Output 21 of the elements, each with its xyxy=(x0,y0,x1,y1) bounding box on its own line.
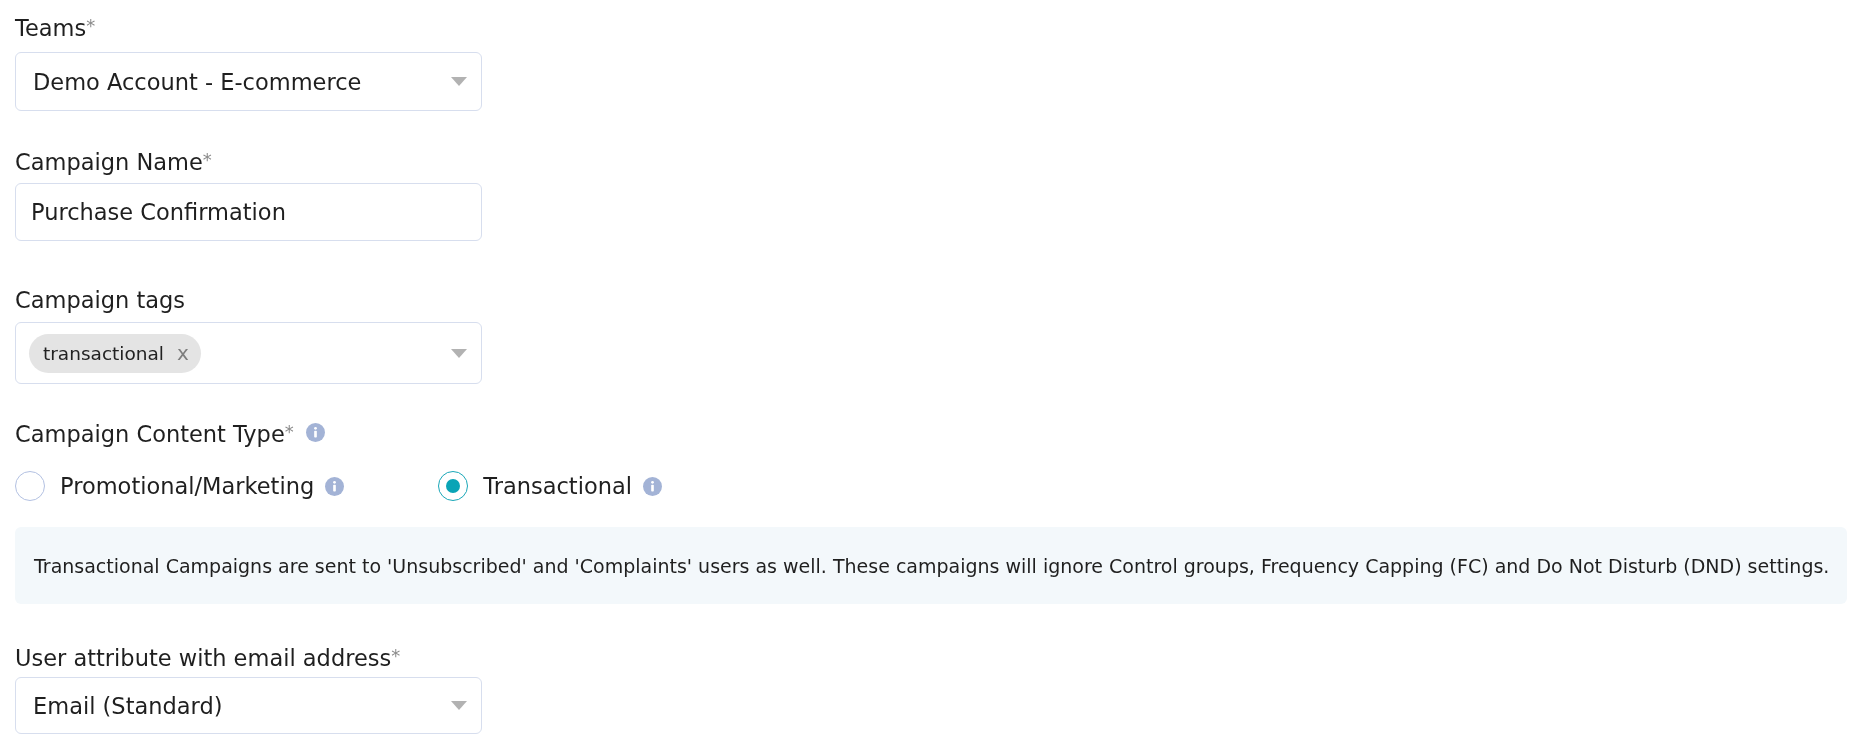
info-icon[interactable] xyxy=(643,476,662,496)
radio-button[interactable] xyxy=(438,471,469,501)
field-label: Campaign tags xyxy=(15,287,186,313)
caret-icon xyxy=(451,348,467,358)
info-icon[interactable] xyxy=(305,422,325,442)
radio-label[interactable]: Promotional/Marketing xyxy=(60,473,315,499)
campaign-name-field[interactable]: Purchase Confirmation xyxy=(15,183,482,241)
radio-label[interactable]: Transactional xyxy=(483,473,632,499)
caret-icon xyxy=(451,77,467,86)
field-label: Campaign Name$^{*}$ xyxy=(15,149,212,175)
caret-icon xyxy=(451,701,467,710)
info-icon[interactable] xyxy=(325,476,345,496)
info-banner: Transactional Campaigns are sent to 'Unsubscribed' and 'Complaints' users as well. These campaigns will ignore Control groups, Frequency Capping (FC) and Do Not Disturb (DND) settings. xyxy=(15,527,1847,604)
tags-field[interactable]: transactional x xyxy=(15,322,482,384)
tag-label: transactional xyxy=(43,342,164,364)
field-label: User attribute with email address$^{*}$ xyxy=(15,645,401,671)
field-label: Teams$^{*}$ xyxy=(15,15,96,41)
field-label: Campaign Content Type$^{*}$ xyxy=(15,421,294,447)
teams-dropdown[interactable]: Demo Account - E-commerce xyxy=(15,52,482,111)
email-attribute-dropdown[interactable]: Email (Standard) xyxy=(15,677,482,734)
radio-button[interactable] xyxy=(15,471,45,501)
